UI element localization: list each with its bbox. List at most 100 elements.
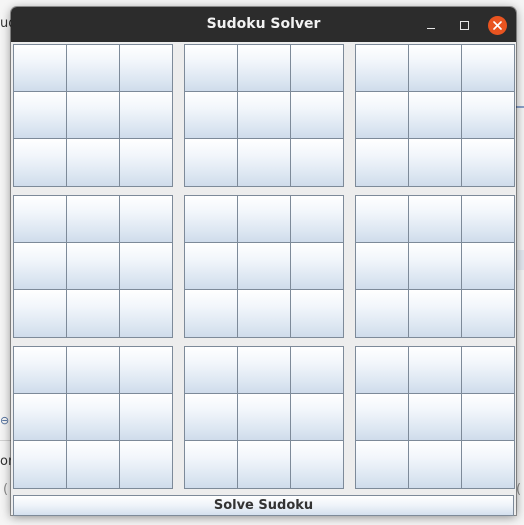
sudoku-cell[interactable] [119,242,173,290]
sudoku-cell[interactable] [184,195,238,243]
background-text-fragment: ( [3,482,9,497]
sudoku-cell[interactable] [408,242,462,290]
sudoku-cell[interactable] [66,195,120,243]
sudoku-cell[interactable] [355,346,409,394]
sudoku-box [355,195,515,338]
sudoku-cell[interactable] [13,440,67,489]
sudoku-cell[interactable] [237,91,291,139]
sudoku-cell[interactable] [66,242,120,290]
sudoku-box [13,346,173,489]
sudoku-box [13,195,173,338]
sudoku-cell[interactable] [184,44,238,92]
sudoku-cell[interactable] [290,138,344,187]
sudoku-cell[interactable] [184,289,238,338]
sudoku-cell[interactable] [355,195,409,243]
sudoku-cell[interactable] [237,346,291,394]
background-divider [516,106,524,108]
sudoku-cell[interactable] [408,393,462,441]
sudoku-cell[interactable] [119,440,173,489]
sudoku-cell[interactable] [408,346,462,394]
sudoku-solver-window: Sudoku Solver Solve Sudoku [11,7,516,516]
sudoku-box [184,44,344,187]
sudoku-cell[interactable] [237,44,291,92]
sudoku-box [13,44,173,187]
sudoku-cell[interactable] [290,195,344,243]
sudoku-cell[interactable] [290,393,344,441]
sudoku-cell[interactable] [119,44,173,92]
sudoku-cell[interactable] [66,393,120,441]
sudoku-cell[interactable] [66,289,120,338]
sudoku-cell[interactable] [13,138,67,187]
sudoku-cell[interactable] [461,91,515,139]
sudoku-cell[interactable] [461,346,515,394]
sudoku-cell[interactable] [184,440,238,489]
sudoku-cell[interactable] [461,393,515,441]
sudoku-cell[interactable] [290,44,344,92]
sudoku-cell[interactable] [461,195,515,243]
sudoku-cell[interactable] [461,138,515,187]
sudoku-cell[interactable] [408,440,462,489]
sudoku-cell[interactable] [184,393,238,441]
sudoku-cell[interactable] [13,242,67,290]
sudoku-cell[interactable] [355,44,409,92]
sudoku-cell[interactable] [355,289,409,338]
sudoku-cell[interactable] [237,289,291,338]
sudoku-cell[interactable] [408,91,462,139]
sudoku-cell[interactable] [237,440,291,489]
sudoku-cell[interactable] [119,393,173,441]
sudoku-cell[interactable] [13,44,67,92]
sudoku-cell[interactable] [408,44,462,92]
sudoku-cell[interactable] [355,440,409,489]
sudoku-cell[interactable] [461,44,515,92]
sudoku-cell[interactable] [237,138,291,187]
title-bar[interactable]: Sudoku Solver [11,7,516,42]
sudoku-box [184,346,344,489]
sudoku-cell[interactable] [119,138,173,187]
sudoku-cell[interactable] [290,440,344,489]
sudoku-cell[interactable] [13,195,67,243]
sudoku-cell[interactable] [461,242,515,290]
sudoku-cell[interactable] [66,91,120,139]
sudoku-cell[interactable] [355,393,409,441]
sudoku-cell[interactable] [119,195,173,243]
sudoku-cell[interactable] [408,195,462,243]
sudoku-cell[interactable] [13,289,67,338]
sudoku-box [355,44,515,187]
sudoku-cell[interactable] [184,242,238,290]
sudoku-cell[interactable] [66,346,120,394]
sudoku-cell[interactable] [355,91,409,139]
sudoku-cell[interactable] [13,91,67,139]
sudoku-cell[interactable] [355,138,409,187]
sudoku-cell[interactable] [290,289,344,338]
sudoku-cell[interactable] [13,393,67,441]
sudoku-cell[interactable] [119,91,173,139]
sudoku-cell[interactable] [119,346,173,394]
sudoku-cell[interactable] [408,138,462,187]
sudoku-cell[interactable] [237,242,291,290]
sudoku-cell[interactable] [184,91,238,139]
sudoku-cell[interactable] [355,242,409,290]
minimize-icon [427,22,435,29]
sudoku-cell[interactable] [184,346,238,394]
collapse-icon: ⊖ [0,414,10,427]
sudoku-cell[interactable] [290,242,344,290]
sudoku-cell[interactable] [290,91,344,139]
sudoku-cell[interactable] [13,346,67,394]
sudoku-cell[interactable] [184,138,238,187]
sudoku-box [355,346,515,489]
minimize-button[interactable] [421,15,441,35]
sudoku-cell[interactable] [461,289,515,338]
sudoku-cell[interactable] [290,346,344,394]
sudoku-cell[interactable] [66,440,120,489]
maximize-button[interactable] [454,15,474,35]
sudoku-cell[interactable] [408,289,462,338]
sudoku-cell[interactable] [119,289,173,338]
close-icon [487,15,507,35]
solve-sudoku-button[interactable]: Solve Sudoku [13,495,514,516]
sudoku-cell[interactable] [237,195,291,243]
close-button[interactable] [487,15,507,35]
sudoku-cell[interactable] [66,44,120,92]
sudoku-cell[interactable] [461,440,515,489]
sudoku-cell[interactable] [237,393,291,441]
sudoku-cell[interactable] [66,138,120,187]
